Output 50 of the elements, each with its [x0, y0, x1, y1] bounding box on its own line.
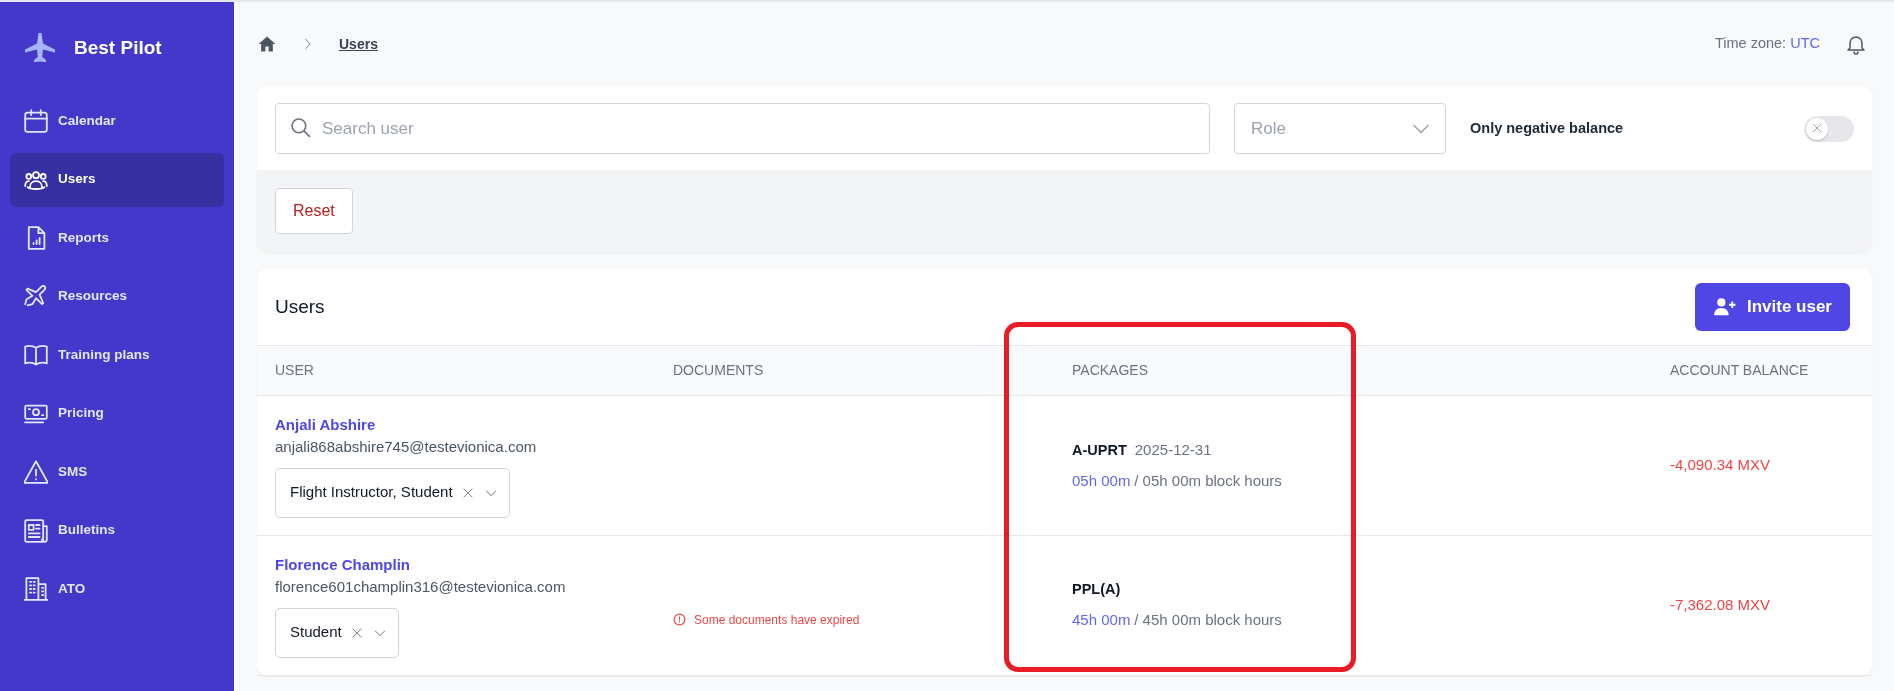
clear-icon[interactable] — [460, 485, 475, 500]
breadcrumb-link[interactable]: Users — [339, 33, 378, 55]
documents-warning: Some documents have expired — [694, 611, 860, 629]
user-plus-icon — [1712, 297, 1737, 317]
package-name: PPL(A) — [1072, 580, 1121, 600]
account-balance: -4,090.34 MXV — [1670, 456, 1771, 474]
sidebar-item[interactable]: Calendar — [10, 94, 224, 148]
close-icon — [1812, 122, 1822, 133]
account-balance: -7,362.08 MXV — [1670, 596, 1771, 614]
user-name-link[interactable]: Anjali Abshire — [275, 413, 654, 436]
package-date: 2025-12-31 — [1134, 439, 1212, 460]
sidebar-item[interactable]: SMS — [10, 445, 224, 499]
chevron-down-icon — [1413, 123, 1429, 134]
role-select[interactable]: Student — [275, 607, 399, 658]
building-icon — [24, 577, 48, 601]
user-email: anjali868abshire745@testevionica.com — [275, 437, 538, 457]
home-icon[interactable] — [257, 34, 277, 54]
reset-button[interactable]: Reset — [275, 188, 353, 234]
panel-title: Users — [275, 294, 325, 319]
toggle-label: Only negative balance — [1470, 118, 1624, 138]
package-hours: 45h 00m / 45h 00m block hours — [1072, 610, 1283, 631]
invite-user-button[interactable]: Invite user — [1694, 283, 1850, 331]
timezone-text: Time zone: UTC — [1714, 34, 1820, 54]
plane-icon — [24, 284, 48, 309]
alert-circle-icon — [673, 613, 686, 626]
clear-icon[interactable] — [349, 625, 364, 640]
package-name: A-UPRT — [1072, 440, 1127, 460]
brand-name: Best Pilot — [74, 35, 162, 60]
column-header: DOCUMENTS — [655, 345, 1054, 396]
user-email: florence601champlin316@testevionica.com — [275, 577, 567, 597]
book-icon — [24, 343, 48, 367]
news-icon — [24, 518, 48, 543]
toggle-switch[interactable] — [1804, 115, 1854, 142]
sidebar-item[interactable]: Reports — [10, 211, 224, 265]
column-header: USER — [257, 345, 655, 396]
column-header: ACCOUNT BALANCE — [1652, 345, 1872, 396]
sidebar-item[interactable]: ATO — [10, 562, 224, 616]
search-icon — [291, 118, 311, 138]
sidebar-item[interactable]: Users — [10, 152, 224, 207]
calendar-icon — [24, 109, 48, 133]
package-hours: 05h 00m / 05h 00m block hours — [1072, 470, 1283, 491]
user-name-link[interactable]: Florence Champlin — [275, 553, 654, 576]
sidebar-item[interactable]: Resources — [10, 269, 224, 324]
sidebar-item[interactable]: Bulletins — [10, 503, 224, 558]
warning-icon — [24, 460, 48, 484]
sidebar-item[interactable]: Pricing — [10, 386, 224, 441]
role-select[interactable]: Flight Instructor, Student — [275, 467, 510, 518]
search-field[interactable]: Search user — [275, 103, 1210, 154]
column-header: PACKAGES — [1054, 345, 1652, 396]
sidebar-item[interactable]: Training plans — [10, 328, 224, 382]
